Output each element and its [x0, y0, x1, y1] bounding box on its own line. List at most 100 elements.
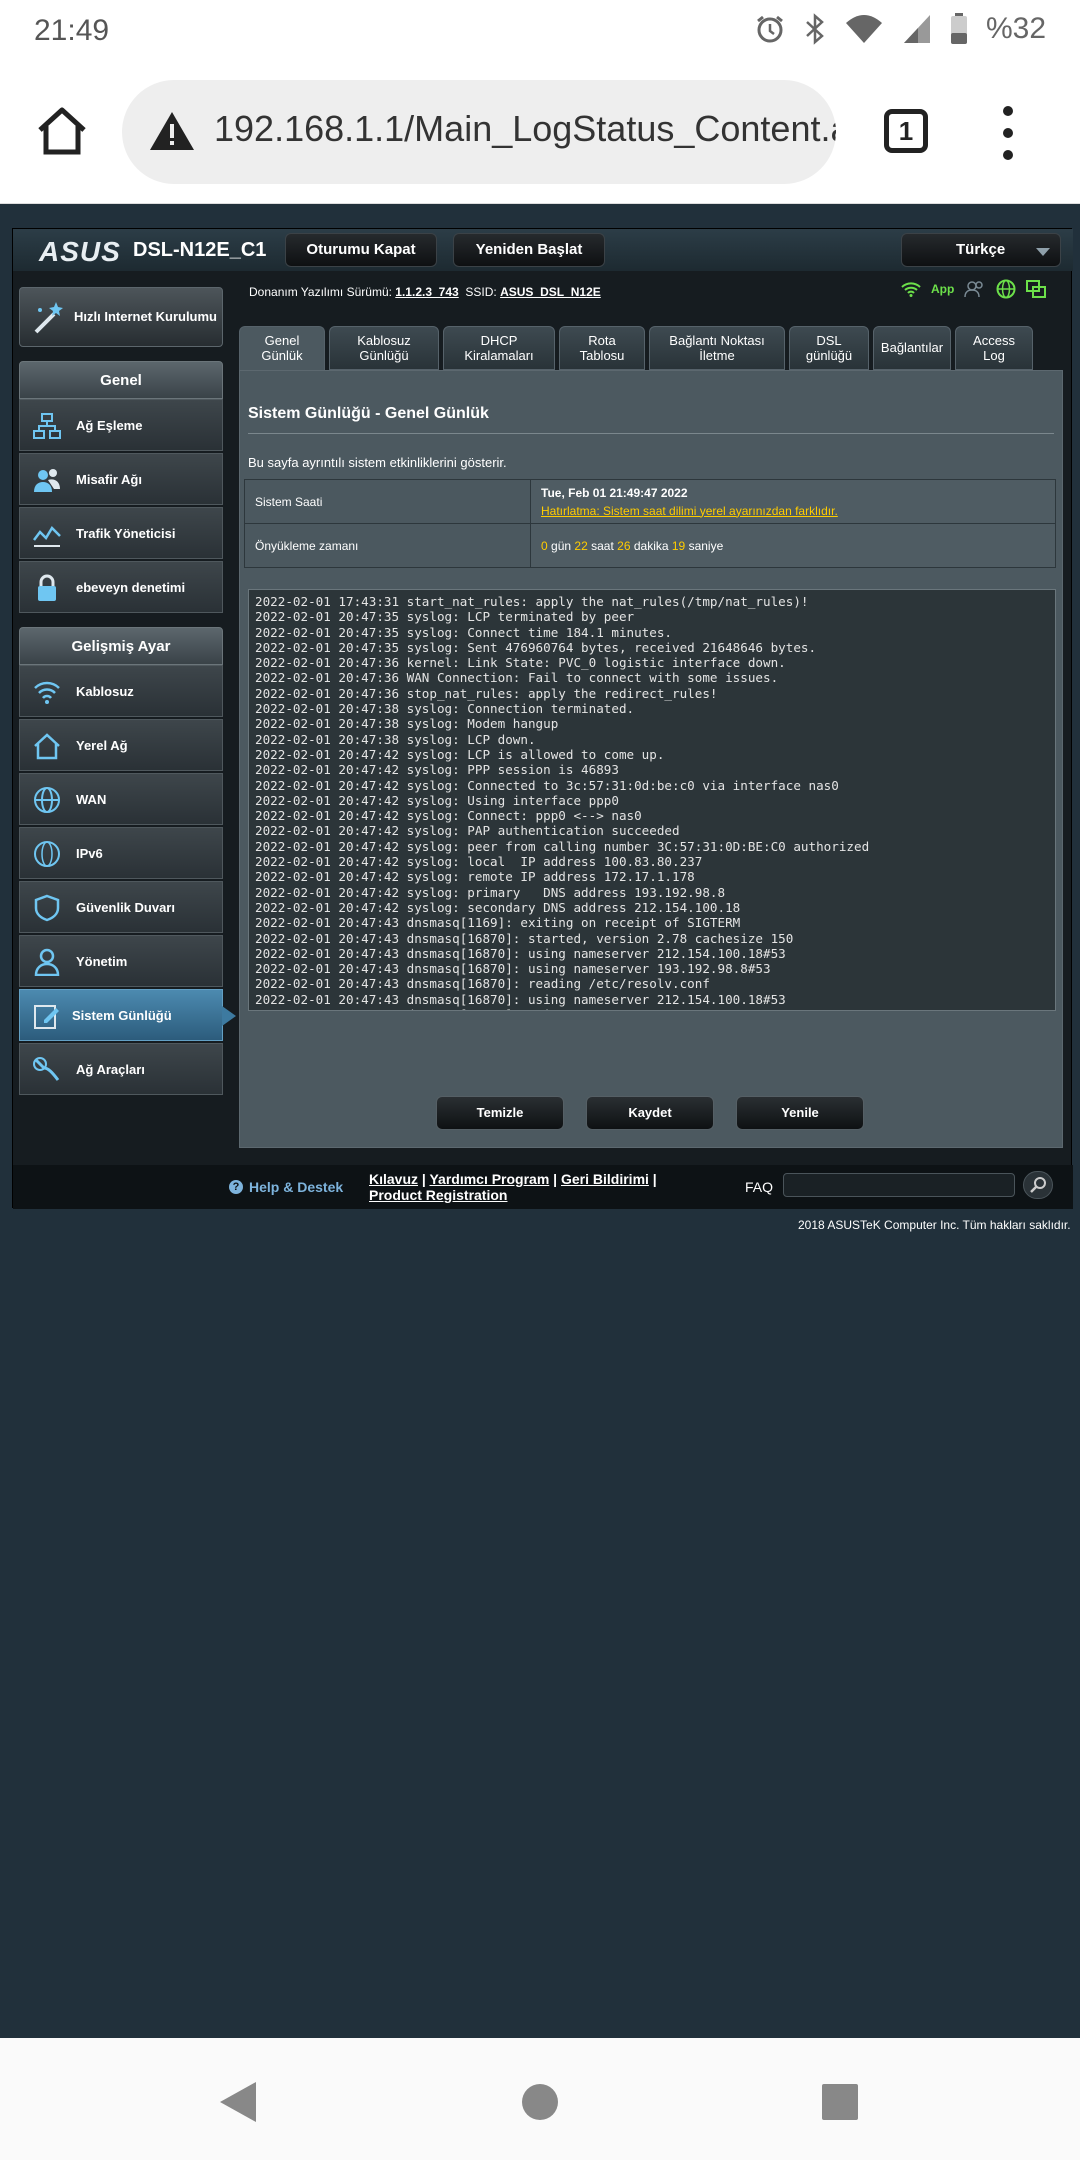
uptime-hours-unit: saat — [591, 538, 614, 553]
content-panel: Sistem Günlüğü - Genel Günlük Bu sayfa a… — [239, 370, 1063, 1148]
footer-links: Kılavuz | Yardımcı Program | Geri Bildir… — [369, 1171, 657, 1203]
system-time-cell: Tue, Feb 01 21:49:47 2022 Hatırlatma: Si… — [530, 479, 1056, 524]
uptime-hours: 22 — [574, 538, 588, 553]
chevron-down-icon — [1036, 248, 1050, 256]
manual-link[interactable]: Kılavuz — [369, 1171, 418, 1187]
uptime-value: 0 gün 22 saat 26 dakika 19 saniye — [530, 523, 1056, 568]
uptime-days: 0 — [541, 538, 548, 553]
sidebar-item-parental-control[interactable]: ebeveyn denetimi — [19, 561, 223, 613]
bluetooth-icon — [806, 13, 824, 45]
wifi-status-icon[interactable] — [901, 281, 921, 297]
page-title: Sistem Günlüğü - Genel Günlük — [248, 405, 489, 422]
faq-search-input[interactable] — [783, 1173, 1015, 1197]
sidebar-item-guest-network[interactable]: Misafir Ağı — [19, 453, 223, 505]
help-label: Help & Destek — [249, 1179, 344, 1195]
sidebar-item-network-tools[interactable]: Ağ Araçları — [19, 1043, 223, 1095]
help-icon: ? — [229, 1180, 243, 1194]
sidebar-item-administration[interactable]: Yönetim — [19, 935, 223, 987]
system-log-textarea[interactable]: 2022-02-01 17:43:31 start_nat_rules: app… — [248, 589, 1056, 1011]
utility-link[interactable]: Yardımcı Program — [429, 1171, 549, 1187]
url-bar[interactable]: 192.168.1.1/Main_LogStatus_Content.asp — [122, 80, 836, 184]
house-icon — [34, 733, 60, 760]
product-registration-link[interactable]: Product Registration — [369, 1187, 507, 1203]
table-row: Sistem Saati Tue, Feb 01 21:49:47 2022 H… — [244, 479, 1056, 524]
feedback-link[interactable]: Geri Bildirimi — [561, 1171, 649, 1187]
guest-users-icon — [34, 469, 60, 492]
tab-label: Bağlantı Noktası — [669, 333, 765, 348]
wifi-icon — [34, 681, 60, 704]
clients-icon[interactable] — [964, 280, 986, 298]
warning-icon[interactable] — [148, 110, 196, 152]
sidebar-item-label: WAN — [76, 792, 107, 807]
sidebar-item-traffic-manager[interactable]: Trafik Yöneticisi — [19, 507, 223, 559]
windows-icon[interactable] — [1026, 280, 1047, 298]
section-advanced: Gelişmiş Ayar — [19, 627, 223, 665]
sidebar-item-system-log[interactable]: Sistem Günlüğü — [19, 989, 236, 1041]
status-time: 21:49 — [34, 14, 110, 47]
logout-button[interactable]: Oturumu Kapat — [285, 233, 437, 267]
tab-dhcp-leases[interactable]: DHCP Kiralamaları — [443, 326, 555, 370]
uptime-minutes: 26 — [617, 538, 631, 553]
wrench-icon — [33, 1057, 60, 1081]
system-info-table: Sistem Saati Tue, Feb 01 21:49:47 2022 H… — [244, 479, 1056, 568]
sidebar-item-wan[interactable]: WAN — [19, 773, 223, 825]
faq-search-button[interactable] — [1023, 1171, 1053, 1199]
url-text[interactable]: 192.168.1.1/Main_LogStatus_Content.asp — [214, 108, 836, 150]
log-edit-icon — [34, 1005, 59, 1029]
router-page: ASUS DSL-N12E_C1 Oturumu Kapat Yeniden B… — [12, 228, 1073, 1209]
tab-access-log[interactable]: Access Log — [955, 326, 1033, 370]
active-pointer — [222, 1006, 236, 1026]
router-topbar: ASUS DSL-N12E_C1 Oturumu Kapat Yeniden B… — [13, 229, 1073, 271]
tab-wireless-log[interactable]: Kablosuz Günlüğü — [329, 326, 439, 370]
internet-globe-icon[interactable] — [996, 279, 1016, 299]
sidebar-item-wireless[interactable]: Kablosuz — [19, 665, 223, 717]
system-time-value: Tue, Feb 01 21:49:47 2022 — [541, 485, 688, 500]
tab-routing-table[interactable]: Rota Tablosu — [559, 326, 645, 370]
app-label[interactable]: App — [931, 282, 954, 296]
clear-button[interactable]: Temizle — [436, 1096, 564, 1130]
tab-label: İletme — [699, 348, 735, 363]
language-value: Türkçe — [956, 241, 1006, 258]
home-icon[interactable] — [34, 102, 90, 158]
save-button[interactable]: Kaydet — [586, 1096, 714, 1130]
network-map-icon — [33, 413, 61, 439]
tab-connections[interactable]: Bağlantılar — [873, 326, 951, 370]
tab-general-log[interactable]: Genel Günlük — [239, 326, 325, 372]
sidebar-item-firewall[interactable]: Güvenlik Duvarı — [19, 881, 223, 933]
timezone-warning-link[interactable]: Hatırlatma: Sistem saat dilimi yerel aya… — [541, 504, 1045, 518]
tab-label: Günlüğü — [359, 348, 409, 363]
refresh-button[interactable]: Yenile — [736, 1096, 864, 1130]
battery-icon — [950, 13, 967, 44]
reboot-button[interactable]: Yeniden Başlat — [453, 233, 605, 267]
help-support-link[interactable]: ? Help & Destek — [229, 1179, 343, 1195]
sidebar-item-label: Yönetim — [76, 954, 128, 969]
sidebar-item-label: Güvenlik Duvarı — [76, 900, 175, 915]
more-options-icon[interactable] — [996, 106, 1020, 160]
uptime-label: Önyükleme zamanı — [244, 523, 531, 568]
ipv6-globe-icon — [34, 841, 60, 867]
sidebar-item-label: Sistem Günlüğü — [72, 1008, 172, 1023]
language-select[interactable]: Türkçe — [901, 233, 1061, 267]
home-circle-icon[interactable] — [520, 2080, 560, 2124]
quick-setup-button[interactable]: Hızlı Internet Kurulumu — [19, 287, 223, 347]
router-footer: ? Help & Destek Kılavuz | Yardımcı Progra… — [13, 1165, 1073, 1209]
tab-label: Access — [973, 333, 1015, 348]
ssid-link[interactable]: ASUS_DSL_N12E — [500, 285, 601, 299]
sidebar-item-lan[interactable]: Yerel Ağ — [19, 719, 223, 771]
tab-count-button[interactable]: 1 — [884, 109, 928, 153]
sidebar-item-label: IPv6 — [76, 846, 103, 861]
tab-port-forwarding[interactable]: Bağlantı Noktası İletme — [649, 326, 785, 370]
recents-icon[interactable] — [820, 2080, 860, 2124]
ssid-label: SSID: — [465, 285, 497, 299]
firmware-version-link[interactable]: 1.1.2.3_743 — [395, 285, 458, 299]
sidebar-item-label: ebeveyn denetimi — [76, 580, 186, 595]
uptime-seconds-unit: saniye — [688, 538, 724, 553]
magic-wand-icon — [34, 302, 63, 334]
back-icon[interactable] — [218, 2080, 258, 2124]
sidebar-item-ipv6[interactable]: IPv6 — [19, 827, 223, 879]
tab-dsl-log[interactable]: DSL günlüğü — [789, 326, 869, 370]
system-time-label: Sistem Saati — [244, 479, 531, 524]
sidebar-item-network-map[interactable]: Ağ Eşleme — [19, 399, 223, 451]
sidebar-item-label: Ağ Eşleme — [76, 418, 143, 433]
quick-setup-label: Hızlı Internet Kurulumu — [74, 309, 217, 324]
